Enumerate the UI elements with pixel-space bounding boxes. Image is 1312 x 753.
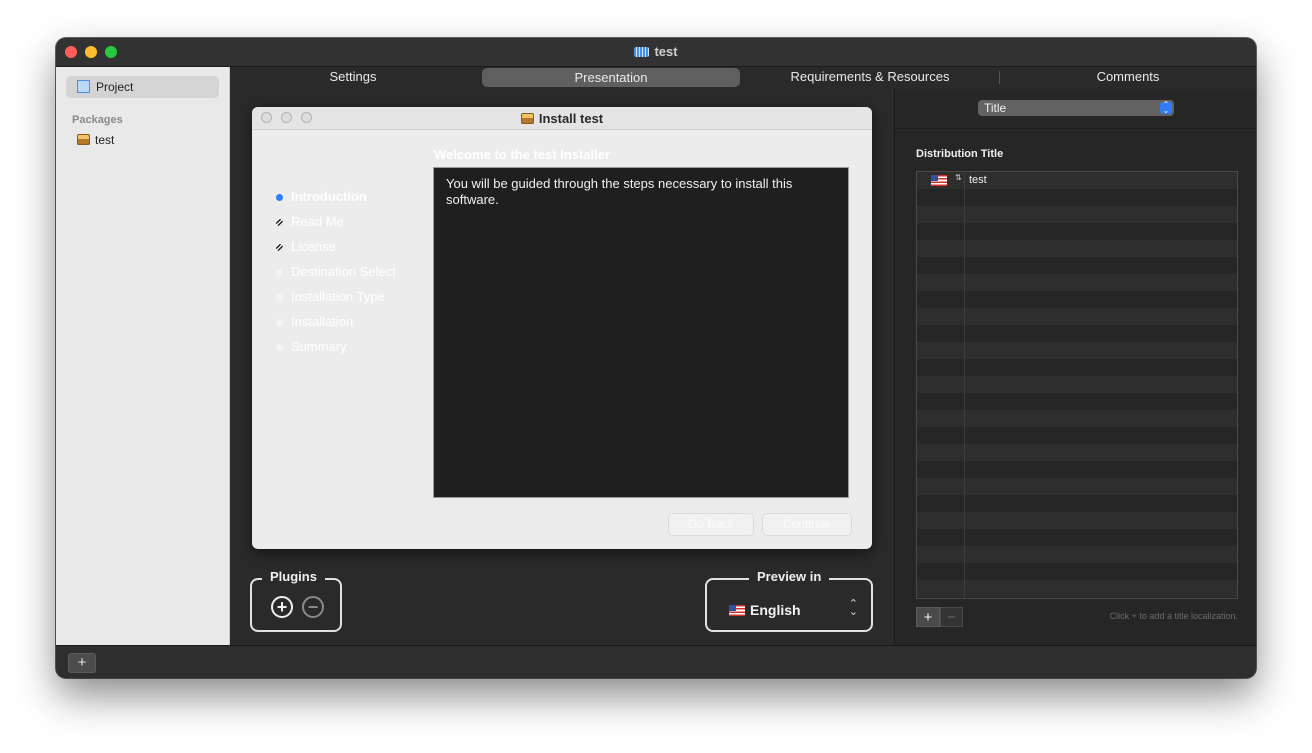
step-summary[interactable]: Summary [274, 339, 396, 364]
step-installation[interactable]: Installation [274, 314, 396, 339]
remove-localization-button[interactable]: − [940, 607, 963, 627]
plus-circle-icon[interactable]: + [271, 596, 293, 618]
title-bar: test [56, 38, 1256, 67]
distribution-title-heading: Distribution Title [916, 148, 1004, 160]
continue-button[interactable]: Continue [762, 513, 852, 536]
divider [895, 128, 1256, 129]
step-dot-icon [276, 269, 283, 276]
right-panel: Title ⌃ ⌄ Distribution Title ⇅ test + − C… [894, 89, 1256, 645]
installer-welcome-heading: Welcome to the test Installer [434, 147, 611, 162]
preview-language-select[interactable]: English [729, 602, 801, 618]
step-installation-type[interactable]: Installation Type [274, 289, 396, 314]
title-localization-table[interactable]: ⇅ test [916, 171, 1238, 599]
localization-value[interactable]: test [969, 174, 987, 186]
sidebar-item-label: Project [96, 80, 134, 94]
step-label: License [291, 239, 336, 254]
preview-in-group: Preview in English ⌃ ⌄ [705, 569, 873, 632]
sidebar-item-project[interactable]: Project [66, 76, 219, 98]
window-title-text: test [654, 44, 678, 59]
package-box-icon [520, 113, 534, 124]
tab-settings[interactable]: Settings [230, 67, 476, 87]
tab-bar: Settings Presentation Requirements & Res… [230, 67, 1256, 89]
step-introduction[interactable]: Introduction [274, 189, 396, 214]
sidebar: Project Packages test [56, 67, 230, 645]
installer-preview-window: Install test Welcome to the test Install… [252, 107, 872, 549]
go-back-button[interactable]: Go Back [668, 513, 754, 536]
step-label: Installation Type [291, 289, 385, 304]
window-title: test [56, 44, 1256, 59]
step-hatched-dot-icon [276, 219, 283, 226]
tab-requirements-resources[interactable]: Requirements & Resources [742, 67, 998, 87]
add-package-button[interactable]: + [68, 653, 96, 673]
sidebar-item-package[interactable]: test [77, 133, 114, 147]
package-box-icon [77, 134, 90, 145]
packages-header: Packages [72, 114, 123, 126]
step-dot-icon [276, 294, 283, 301]
plugins-group: Plugins + − [250, 569, 342, 632]
step-license[interactable]: License [274, 239, 396, 264]
preview-in-label: Preview in [749, 569, 830, 584]
installer-title: Install test [252, 111, 872, 126]
tab-comments[interactable]: Comments [1000, 67, 1256, 87]
installer-title-text: Install test [538, 111, 604, 126]
step-destination-select[interactable]: Destination Select [274, 264, 396, 289]
step-label: Read Me [291, 214, 344, 229]
installer-title-bar: Install test [252, 107, 872, 130]
step-active-dot-icon [276, 194, 283, 201]
title-popup-value: Title [984, 101, 1007, 115]
step-dot-icon [276, 344, 283, 351]
step-read-me[interactable]: Read Me [274, 214, 396, 239]
main-window: test Project Packages test Settings Pres… [56, 38, 1256, 678]
tab-presentation[interactable]: Presentation [482, 68, 740, 87]
keyboard-icon [634, 47, 650, 57]
add-localization-hint: Click + to add a title localization. [1109, 611, 1238, 621]
project-icon [77, 80, 90, 93]
up-down-chevron-icon[interactable]: ⇅ [955, 173, 962, 182]
sidebar-item-label: test [95, 133, 115, 147]
table-row[interactable]: ⇅ test [917, 172, 1237, 189]
title-popup-button[interactable]: Title ⌃ ⌄ [978, 100, 1174, 116]
installer-steps-list: Introduction Read Me License Destination… [274, 189, 396, 364]
popup-chevron-icon: ⌃ ⌄ [1160, 101, 1172, 115]
minus-circle-icon[interactable]: − [302, 596, 324, 618]
add-localization-button[interactable]: + [916, 607, 940, 627]
bottom-bar: + [56, 645, 1256, 678]
step-label: Destination Select [291, 264, 396, 279]
step-label: Summary [291, 339, 347, 354]
plugins-label: Plugins [262, 569, 325, 584]
column-divider [964, 172, 965, 598]
step-dot-icon [276, 319, 283, 326]
up-down-chevron-icon[interactable]: ⌃ ⌄ [849, 599, 858, 618]
us-flag-icon[interactable] [931, 175, 947, 186]
preview-language-value: English [750, 602, 801, 618]
installer-body-text: You will be guided through the steps nec… [433, 167, 849, 498]
step-label: Installation [291, 314, 354, 329]
us-flag-icon [729, 605, 745, 616]
step-hatched-dot-icon [276, 244, 283, 251]
step-label: Introduction [291, 189, 367, 204]
